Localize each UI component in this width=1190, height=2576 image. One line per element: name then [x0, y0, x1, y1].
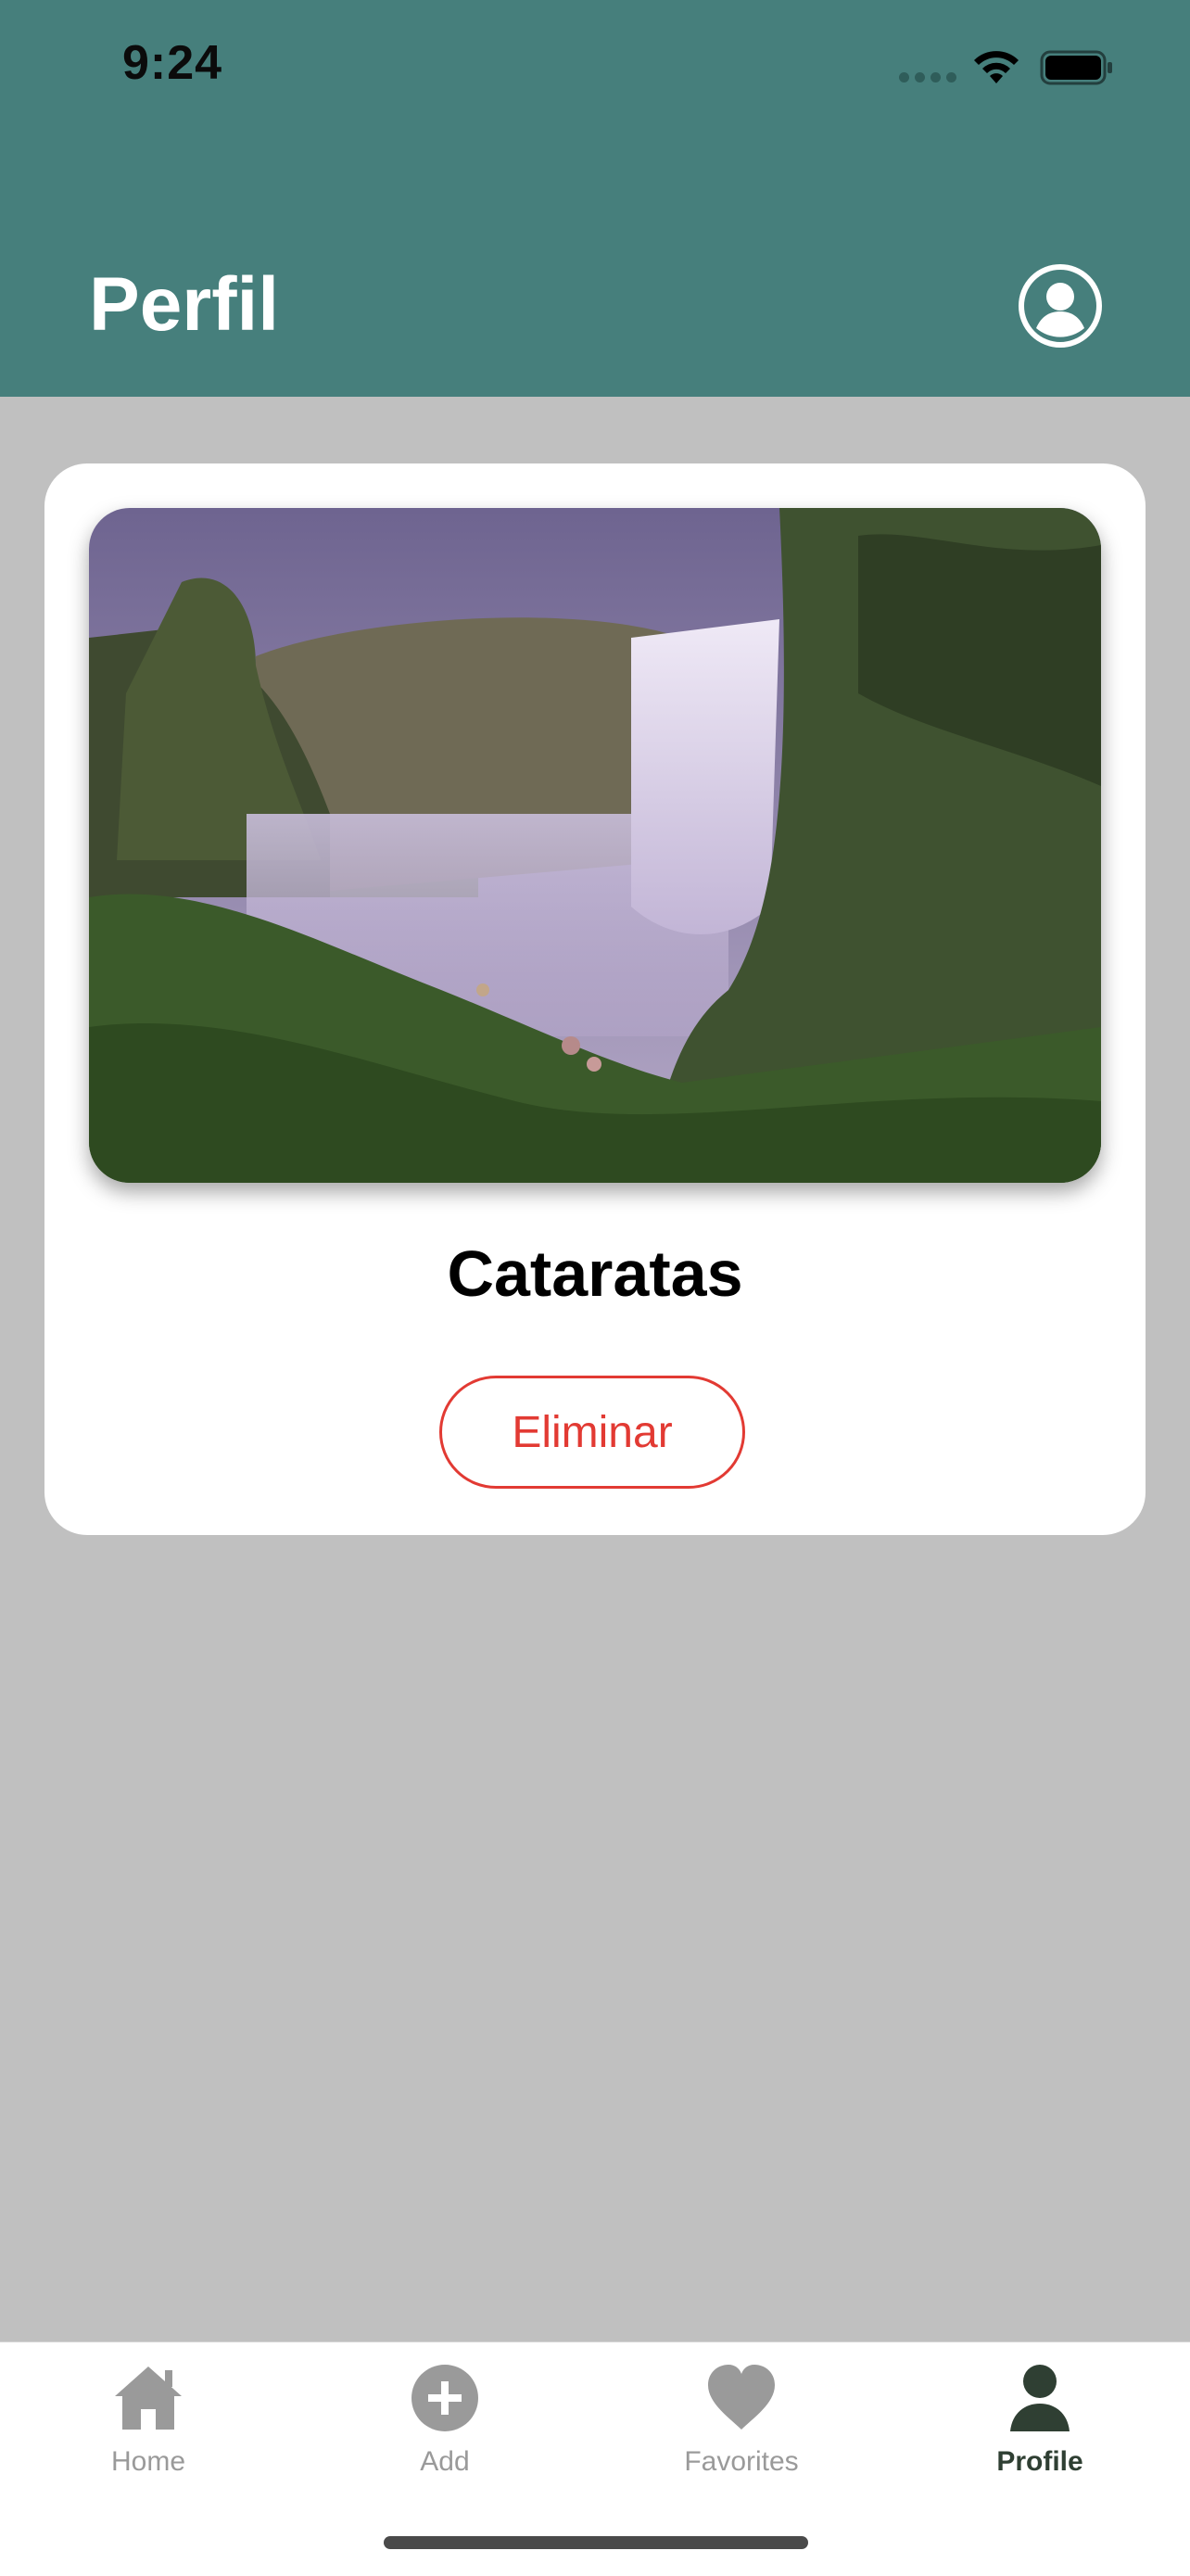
home-indicator[interactable] [384, 2536, 808, 2549]
page-title: Perfil [89, 262, 280, 347]
tab-home[interactable]: Home [56, 2361, 241, 2500]
waterfall-photo [89, 508, 1101, 1183]
status-time: 9:24 [122, 36, 223, 90]
tab-profile[interactable]: Profile [947, 2361, 1133, 2500]
cellular-signal-icon [899, 72, 956, 82]
house-icon [115, 2367, 182, 2430]
tab-favorites[interactable]: Favorites [649, 2361, 834, 2500]
tab-profile-label: Profile [996, 2446, 1083, 2477]
battery-icon [1040, 50, 1112, 85]
wifi-icon [974, 51, 1019, 83]
place-card: Cataratas Eliminar [44, 463, 1146, 1535]
heart-icon [708, 2365, 775, 2430]
tab-add-label: Add [420, 2446, 470, 2477]
plus-circle-icon [411, 2365, 478, 2431]
app-header: 9:24 Perfil [0, 0, 1190, 397]
tab-favorites-label: Favorites [684, 2446, 799, 2477]
tab-add[interactable]: Add [352, 2361, 538, 2500]
delete-button[interactable]: Eliminar [439, 1376, 745, 1489]
person-circle-icon[interactable] [1016, 261, 1105, 350]
card-title: Cataratas [447, 1237, 743, 1310]
person-icon [1010, 2365, 1070, 2431]
tab-home-label: Home [110, 2446, 186, 2477]
